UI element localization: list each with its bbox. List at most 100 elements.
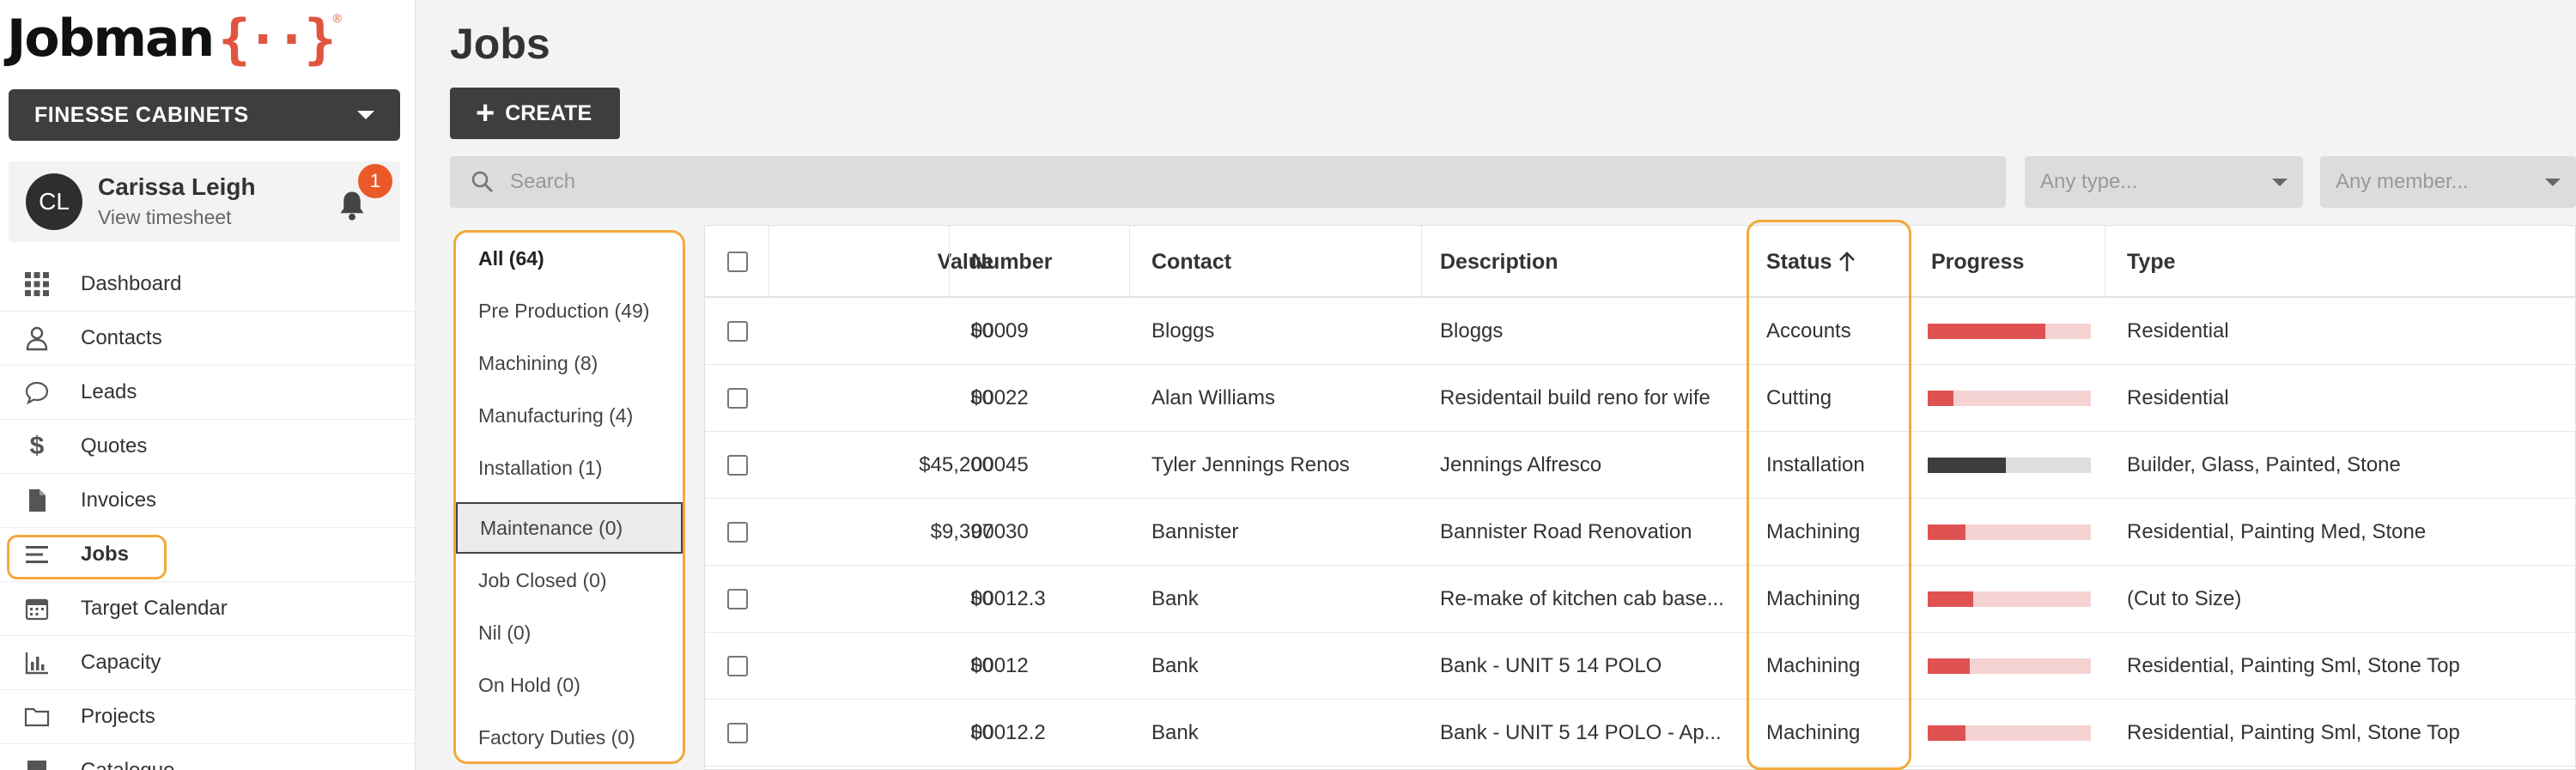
sidebar-item-quotes[interactable]: $ Quotes	[0, 420, 416, 474]
filter-machining[interactable]: Machining (8)	[456, 337, 683, 389]
page-title: Jobs	[450, 20, 550, 68]
table-row[interactable]: $0 00012.2 Bank Bank - UNIT 5 14 POLO - Ap.…	[705, 700, 2575, 767]
notification-badge[interactable]: 1	[355, 161, 395, 201]
table-row[interactable]: $9,397 00030 Bannister Bannister Road Renov…	[705, 499, 2575, 566]
table-row[interactable]: $0 00009 Bloggs Bloggs Accounts Residential	[705, 298, 2575, 365]
cell-number[interactable]: 00030	[971, 499, 1143, 566]
sidebar-item-projects[interactable]: Projects	[0, 690, 416, 744]
filter-pre-production[interactable]: Pre Production (49)	[456, 285, 683, 336]
create-button[interactable]: + CREATE	[450, 88, 620, 139]
avatar[interactable]: CL	[26, 173, 82, 230]
progress-bar-fill	[1928, 524, 1965, 540]
sidebar-nav: Dashboard Contacts Leads $ Quotes Invoic…	[0, 258, 416, 770]
column-header-status[interactable]: Status	[1766, 226, 1857, 298]
type-select[interactable]: Any type...	[2025, 156, 2303, 208]
row-checkbox[interactable]	[727, 499, 748, 566]
sidebar-item-target-calendar[interactable]: Target Calendar	[0, 582, 416, 636]
column-header-progress[interactable]: Progress	[1931, 226, 2024, 298]
sidebar-item-contacts[interactable]: Contacts	[0, 312, 416, 366]
table-row[interactable]: $0 00012 Bank Bank - UNIT 5 14 POLO Machinin…	[705, 633, 2575, 700]
type-select-placeholder: Any type...	[2040, 170, 2138, 193]
row-checkbox[interactable]	[727, 432, 748, 499]
progress-bar	[1928, 391, 2091, 406]
cell-number[interactable]: 00009	[971, 298, 1143, 365]
sidebar-item-catalogue[interactable]: Catalogue	[0, 744, 416, 770]
cell-description: Bloggs	[1440, 319, 1504, 343]
sidebar-item-capacity[interactable]: Capacity	[0, 636, 416, 690]
logo-text: Jobman	[7, 9, 215, 69]
cell-contact[interactable]: Bannister	[1151, 499, 1418, 566]
progress-bar-fill	[1928, 458, 2007, 473]
sidebar-item-dashboard[interactable]: Dashboard	[0, 258, 416, 312]
cell-number[interactable]: 00022	[971, 365, 1143, 432]
company-selector[interactable]: FINESSE CABINETS	[9, 89, 400, 141]
cell-contact[interactable]: Bank	[1151, 633, 1418, 700]
filter-nil[interactable]: Nil (0)	[456, 607, 683, 658]
filter-maintenance[interactable]: Maintenance (0)	[456, 502, 683, 554]
member-select[interactable]: Any member...	[2320, 156, 2576, 208]
filter-all[interactable]: All (64)	[456, 233, 683, 284]
book-icon	[22, 756, 52, 770]
table-row[interactable]: $0 00012.3 Bank Re-make of kitchen cab base…	[705, 566, 2575, 633]
status-filter-panel: All (64) Pre Production (49) Machining (…	[453, 230, 685, 764]
select-all-checkbox[interactable]	[727, 226, 748, 298]
person-icon	[22, 324, 52, 353]
cell-contact[interactable]: Alan Williams	[1151, 365, 1418, 432]
progress-bar	[1928, 524, 2091, 540]
search-bar[interactable]	[450, 156, 2006, 208]
row-checkbox[interactable]	[727, 298, 748, 365]
row-checkbox[interactable]	[727, 633, 748, 700]
cell-progress	[1928, 298, 2099, 365]
chevron-down-icon	[357, 111, 374, 119]
filter-on-hold[interactable]: On Hold (0)	[456, 659, 683, 711]
cell-contact[interactable]: Bloggs	[1151, 298, 1418, 365]
cell-contact[interactable]: Tyler Jennings Renos	[1151, 432, 1418, 499]
cell-type: Residential, Painting Sml, Stone Top	[2127, 654, 2460, 677]
filter-installation[interactable]: Installation (1)	[456, 442, 683, 494]
cell-value: $0	[970, 654, 993, 677]
progress-bar	[1928, 658, 2091, 674]
column-header-description[interactable]: Description	[1440, 226, 1558, 298]
column-header-type[interactable]: Type	[2127, 226, 2176, 298]
sidebar-item-leads[interactable]: Leads	[0, 366, 416, 420]
cell-number[interactable]: 00045	[971, 432, 1143, 499]
cell-description: Re-make of kitchen cab base...	[1440, 587, 1724, 610]
search-input[interactable]	[510, 170, 1884, 194]
cell-number[interactable]: 00012.3	[971, 566, 1143, 633]
table-row[interactable]: $0 00022 Alan Williams Residentail build re…	[705, 365, 2575, 432]
logo-mark: {··}	[218, 7, 336, 70]
progress-bar-fill	[1928, 725, 1965, 741]
progress-bar-fill	[1928, 591, 1974, 607]
row-checkbox[interactable]	[727, 365, 748, 432]
cell-progress	[1928, 633, 2099, 700]
column-header-number[interactable]: Number	[971, 226, 1052, 298]
cell-value: $0	[970, 587, 993, 610]
cell-contact[interactable]: Bank	[1151, 566, 1418, 633]
cell-status: Machining	[1766, 654, 1861, 677]
filter-job-closed[interactable]: Job Closed (0)	[456, 555, 683, 606]
cell-type: Builder, Glass, Painted, Stone	[2127, 453, 2401, 476]
jobman-logo[interactable]: Jobman {··} ®	[7, 7, 342, 70]
cell-number[interactable]: 00012	[971, 633, 1143, 700]
sidebar-item-jobs[interactable]: Jobs	[0, 528, 416, 582]
table-row[interactable]: $45,200 00045 Tyler Jennings Renos Jennings…	[705, 432, 2575, 499]
view-timesheet-link[interactable]: View timesheet	[98, 206, 232, 229]
cell-value: $9,397	[930, 520, 993, 543]
filter-factory-duties[interactable]: Factory Duties (0)	[456, 712, 683, 763]
user-card: CL Carissa Leigh View timesheet 1	[9, 161, 400, 242]
column-header-contact[interactable]: Contact	[1151, 226, 1231, 298]
sidebar-item-invoices[interactable]: Invoices	[0, 474, 416, 528]
cell-type: Residential	[2127, 386, 2229, 409]
cell-contact[interactable]: Bank	[1151, 700, 1418, 767]
progress-bar	[1928, 324, 2091, 339]
row-checkbox[interactable]	[727, 566, 748, 633]
cell-description: Jennings Alfresco	[1440, 453, 1602, 476]
column-header-value[interactable]: Value	[769, 226, 993, 298]
search-icon	[471, 171, 494, 193]
cell-status: Machining	[1766, 587, 1861, 610]
folder-icon	[22, 702, 52, 731]
cell-number[interactable]: 00012.2	[971, 700, 1143, 767]
sidebar-item-label: Jobs	[81, 543, 130, 566]
filter-manufacturing[interactable]: Manufacturing (4)	[456, 390, 683, 441]
row-checkbox[interactable]	[727, 700, 748, 767]
